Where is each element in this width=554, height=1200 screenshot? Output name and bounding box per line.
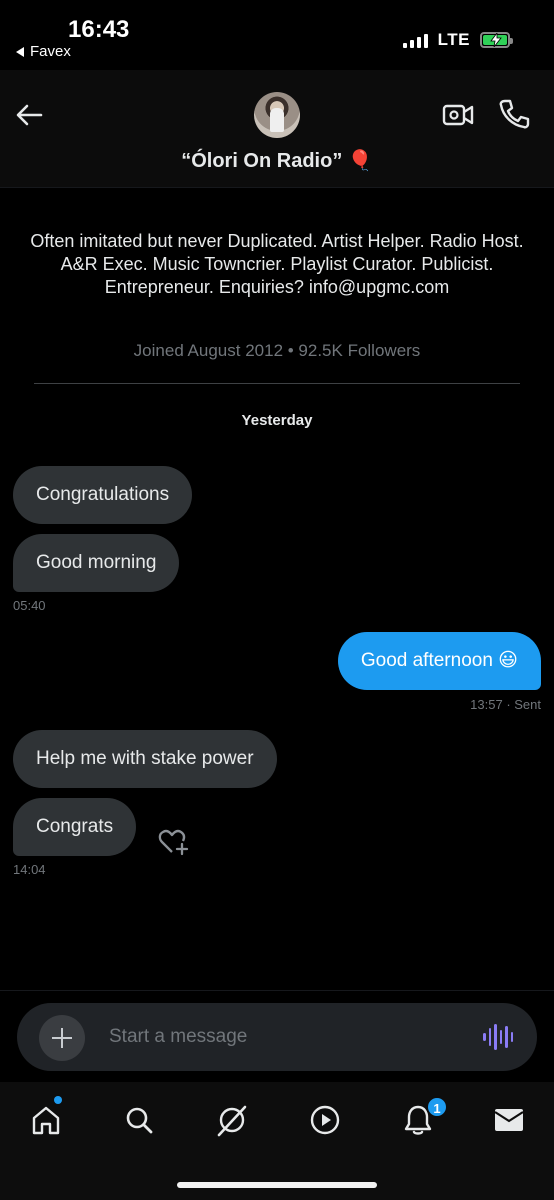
- divider: [34, 383, 520, 384]
- video-icon[interactable]: [305, 1100, 345, 1140]
- home-icon[interactable]: [26, 1100, 66, 1140]
- add-reaction-heart-icon[interactable]: [158, 826, 190, 856]
- battery-icon: [480, 32, 513, 48]
- back-to-app-link[interactable]: Favex: [16, 43, 71, 60]
- message-received[interactable]: Good morning: [13, 534, 180, 592]
- dm-conversation-screen: 16:43 Favex LTE “Ólori On Radio” 🎈 Often…: [0, 0, 554, 1200]
- conversation-header: “Ólori On Radio” 🎈: [0, 70, 554, 188]
- home-indicator[interactable]: [177, 1182, 377, 1188]
- message-input[interactable]: [109, 1003, 459, 1071]
- message-received[interactable]: Congratulations: [13, 466, 193, 524]
- back-arrow-icon[interactable]: [14, 100, 44, 130]
- add-attachment-button[interactable]: [39, 1015, 85, 1061]
- video-call-icon[interactable]: [442, 100, 474, 130]
- date-separator: Yesterday: [241, 412, 313, 429]
- avatar[interactable]: [254, 92, 300, 138]
- status-indicators: LTE: [402, 30, 513, 50]
- message-received[interactable]: Help me with stake power: [13, 730, 277, 788]
- search-icon[interactable]: [119, 1100, 159, 1140]
- bottom-navigation: 1: [0, 1082, 554, 1200]
- signal-icon: [402, 32, 428, 48]
- message-timestamp: 05:40: [13, 598, 46, 613]
- status-time: 16:43: [68, 16, 130, 43]
- message-sent[interactable]: Good afternoon 😃: [337, 632, 541, 690]
- profile-joined-followers: Joined August 2012 • 92.5K Followers: [133, 341, 421, 360]
- message-received[interactable]: Congrats: [13, 798, 137, 856]
- message-composer: [17, 1003, 537, 1071]
- message-timestamp: 13:57 · Sent: [470, 697, 541, 712]
- messages-icon[interactable]: [489, 1100, 529, 1140]
- grok-icon[interactable]: [212, 1100, 252, 1140]
- notifications-badge: 1: [426, 1096, 448, 1118]
- back-app-label: Favex: [30, 43, 71, 60]
- network-label: LTE: [437, 30, 470, 49]
- profile-bio: Often imitated but never Duplicated. Art…: [30, 231, 524, 297]
- home-unread-dot: [54, 1096, 62, 1104]
- message-timestamp: 14:04: [13, 862, 46, 877]
- voice-message-icon[interactable]: [483, 1023, 513, 1051]
- status-bar: 16:43 Favex LTE: [0, 0, 554, 70]
- conversation-title[interactable]: “Ólori On Radio” 🎈: [0, 148, 554, 173]
- phone-call-icon[interactable]: [498, 98, 530, 130]
- back-triangle-icon: [16, 46, 24, 57]
